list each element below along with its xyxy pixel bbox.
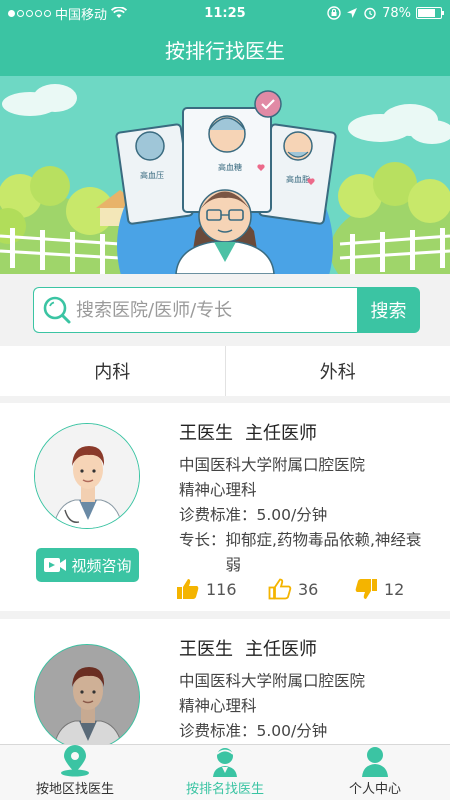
search-bar: 搜索 — [0, 274, 450, 346]
doctor-title: 主任医师 — [245, 423, 317, 444]
video-consult-button[interactable]: 视频咨询 — [36, 548, 139, 582]
doctor-info: 王医生 主任医师 中国医科大学附属口腔医院 精神心理科 诊费标准：5.00/分钟 … — [179, 421, 429, 578]
banner-label-3: 高血脂 — [286, 174, 310, 184]
doctor-department: 精神心理科 — [179, 481, 257, 499]
like-count: 116 — [206, 579, 237, 599]
rotation-lock-icon — [327, 6, 341, 20]
tab-internal-medicine[interactable]: 内科 — [0, 346, 225, 396]
thumb-stat[interactable]: 36 — [268, 577, 354, 601]
search-button[interactable]: 搜索 — [357, 287, 420, 333]
dislike-count: 12 — [384, 579, 405, 599]
page-title: 按排行找医生 — [165, 39, 285, 63]
search-field[interactable] — [33, 287, 357, 333]
thumbs-up-filled-icon — [177, 579, 199, 599]
doctor-card[interactable]: 视频咨询 王医生 主任医师 中国医科大学附属口腔医院 精神心理科 诊费标准：5.0… — [0, 403, 450, 611]
thumbs-down-icon — [355, 579, 377, 599]
tab-label: 按排名找医生 — [185, 782, 264, 797]
banner-image: 高血压 高血糖 高血脂 — [0, 76, 450, 274]
doctor-avatar — [34, 423, 140, 529]
doctor-info: 王医生 主任医师 中国医科大学附属口腔医院 精神心理科 诊费标准：5.00/分钟 — [179, 637, 429, 744]
location-icon — [61, 745, 89, 777]
wifi-icon — [111, 7, 128, 18]
location-arrow-icon — [347, 8, 358, 18]
doctor-name: 王医生 — [179, 423, 233, 444]
rating-stats: 116 36 12 — [176, 575, 436, 603]
signal-icon — [8, 9, 51, 17]
thumbs-up-outline-icon — [268, 578, 292, 600]
search-input[interactable] — [76, 299, 336, 321]
tab-label: 个人中心 — [348, 782, 401, 797]
video-consult-label: 视频咨询 — [71, 556, 132, 575]
doctor-hospital: 中国医科大学附属口腔医院 — [179, 672, 366, 690]
doctor-name: 王医生 — [179, 639, 233, 660]
thumb-count: 36 — [298, 579, 319, 599]
doctor-avatar — [34, 644, 140, 744]
doctor-department: 精神心理科 — [179, 697, 257, 715]
carrier-label: 中国移动 — [55, 7, 108, 23]
battery-percent: 78% — [382, 5, 411, 21]
doctor-title: 主任医师 — [245, 639, 317, 660]
specialty-label: 专长： — [179, 531, 226, 549]
fee-value: 5.00/分钟 — [256, 722, 328, 740]
tab-surgery[interactable]: 外科 — [226, 346, 450, 396]
search-icon — [43, 296, 71, 324]
alarm-icon — [364, 7, 376, 20]
status-bar: 中国移动 11:25 78% — [0, 0, 450, 26]
fee-label: 诊费标准： — [179, 722, 257, 740]
banner-label-2: 高血糖 — [218, 162, 242, 172]
banner-illustration: 高血压 高血糖 高血脂 — [0, 76, 450, 274]
dislike-stat[interactable]: 12 — [354, 577, 404, 601]
fee-label: 诊费标准： — [179, 506, 257, 524]
banner-label-1: 高血压 — [140, 170, 164, 180]
check-badge-icon — [254, 90, 282, 118]
tab-find-by-ranking[interactable]: 按排名找医生 — [150, 745, 300, 800]
doctor-card[interactable]: 王医生 主任医师 中国医科大学附属口腔医院 精神心理科 诊费标准：5.00/分钟 — [0, 619, 450, 744]
department-tabs: 内科 外科 — [0, 346, 450, 396]
fee-value: 5.00/分钟 — [256, 506, 328, 524]
specialty-value: 抑郁症,药物毒品依赖,神经衰弱 — [225, 531, 422, 574]
video-camera-icon — [44, 558, 67, 572]
tab-find-by-region[interactable]: 按地区找医生 — [0, 745, 150, 800]
doctor-hospital: 中国医科大学附属口腔医院 — [179, 456, 366, 474]
battery-icon — [416, 7, 444, 19]
tab-label: 按地区找医生 — [35, 782, 114, 797]
app-header: 中国移动 11:25 78% 按排行找医生 — [0, 0, 450, 76]
bottom-tab-bar: 按地区找医生 按排名找医生 个人中心 — [0, 744, 450, 800]
like-stat[interactable]: 116 — [176, 577, 268, 601]
person-icon — [362, 747, 388, 777]
tab-personal-center[interactable]: 个人中心 — [300, 745, 450, 800]
doctor-icon — [213, 748, 237, 777]
